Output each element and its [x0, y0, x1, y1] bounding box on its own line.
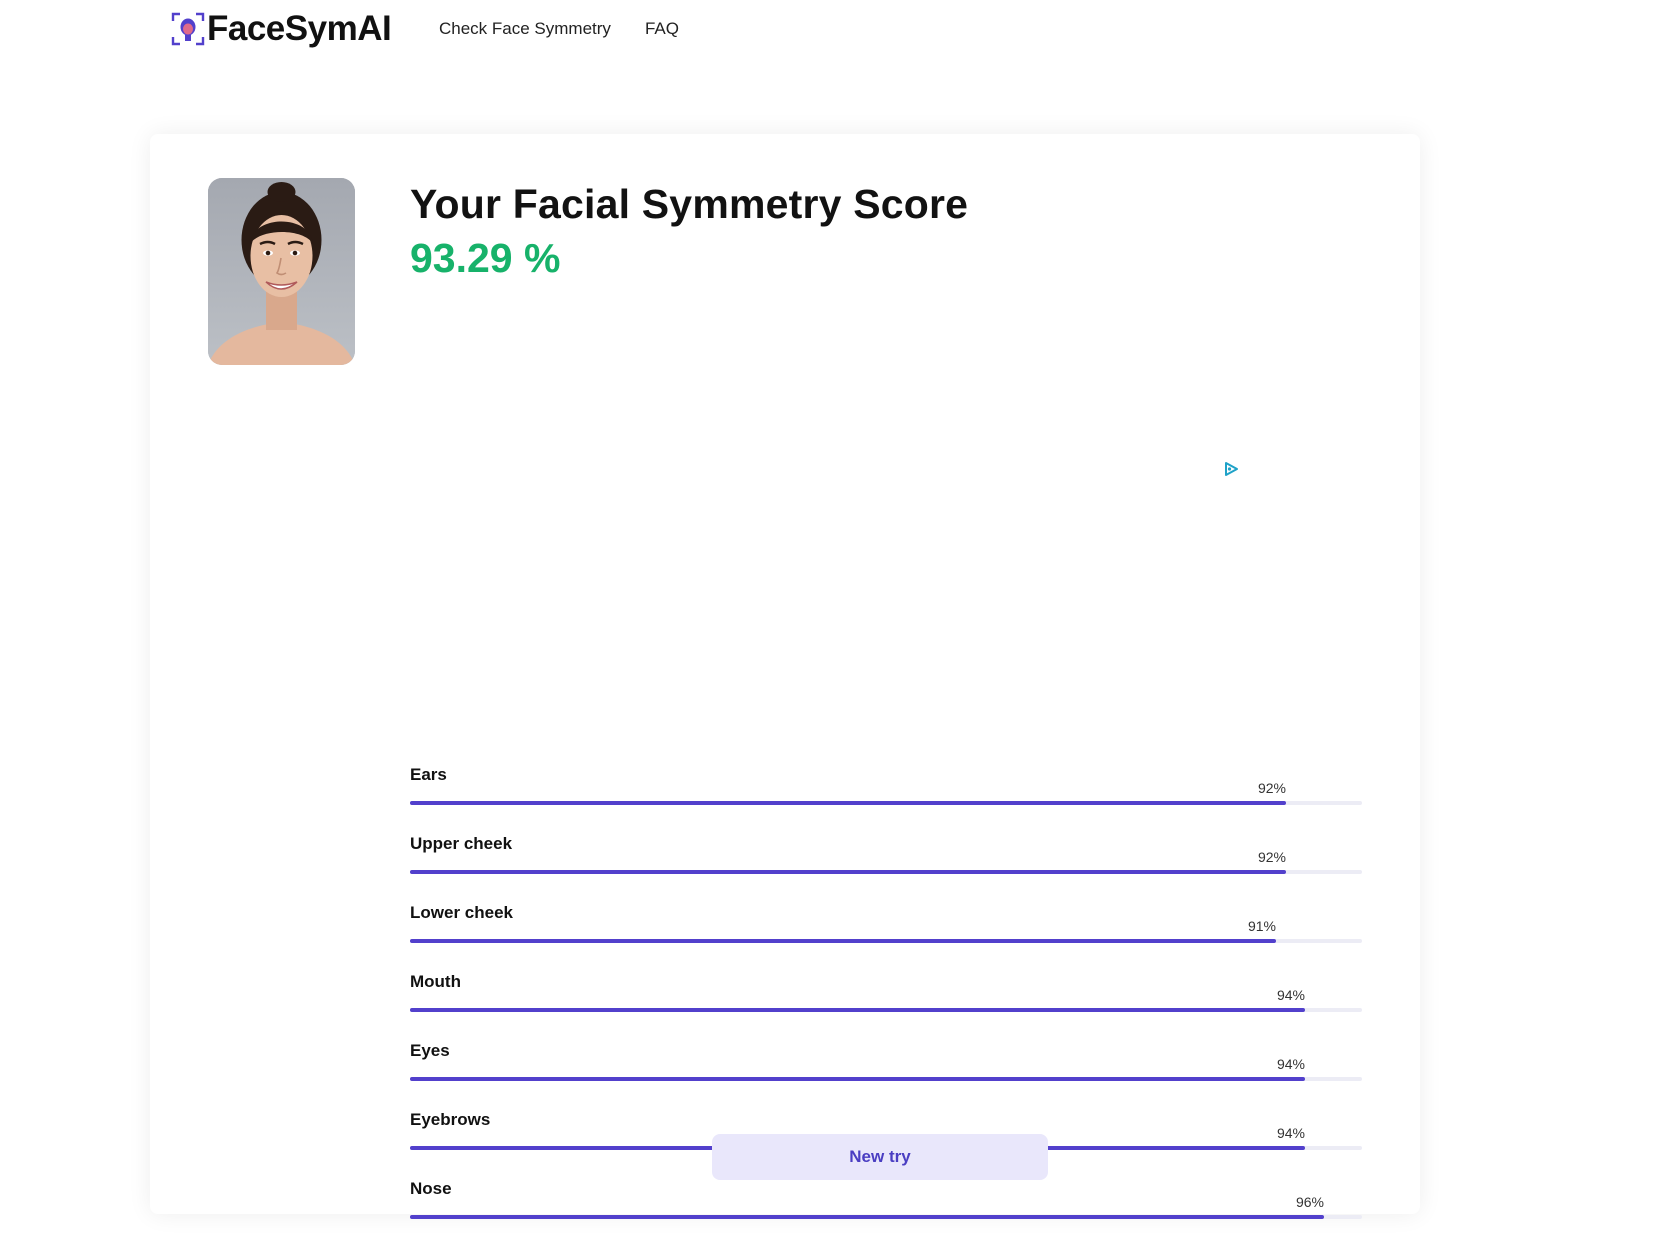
- metric-label: Ears: [410, 765, 447, 784]
- metric-value: 94%: [1276, 987, 1305, 1003]
- metric-label: Mouth: [410, 972, 461, 991]
- metric-progress-track: [410, 801, 1362, 805]
- metric-row: Upper cheek 92%: [410, 824, 1362, 893]
- metric-value: 92%: [1257, 780, 1286, 796]
- metric-progress-fill: [410, 1215, 1324, 1219]
- face-photo: [208, 178, 355, 365]
- metric-label: Nose: [410, 1179, 452, 1198]
- metric-row: Eyes 94%: [410, 1031, 1362, 1100]
- result-card: Your Facial Symmetry Score 93.29 % Ears 9…: [150, 134, 1420, 1219]
- metric-value: 92%: [1257, 849, 1286, 865]
- main-nav: Check Face Symmetry FAQ: [439, 19, 679, 39]
- metric-value: 96%: [1295, 1194, 1324, 1210]
- metric-progress-track: [410, 1077, 1362, 1081]
- metric-progress-fill: [410, 1008, 1305, 1012]
- new-try-button[interactable]: New try: [712, 1134, 1048, 1180]
- metric-progress-fill: [410, 801, 1286, 805]
- logo-link[interactable]: FaceSymAI: [171, 9, 392, 48]
- metric-value: 94%: [1276, 1056, 1305, 1072]
- metric-row: Ears 92%: [410, 755, 1362, 824]
- brand-name: FaceSymAI: [207, 9, 392, 48]
- face-scan-icon: [171, 12, 205, 46]
- ad-choices-icon[interactable]: [1222, 460, 1240, 478]
- metric-progress-track: [410, 939, 1362, 943]
- metric-progress-fill: [410, 870, 1286, 874]
- metric-label: Upper cheek: [410, 834, 513, 853]
- metric-label: Eyebrows: [410, 1110, 491, 1129]
- metric-label: Lower cheek: [410, 903, 513, 922]
- symmetry-score: 93.29 %: [410, 235, 561, 281]
- metric-progress-track: [410, 870, 1362, 874]
- metric-progress-fill: [410, 939, 1276, 943]
- page-title: Your Facial Symmetry Score: [410, 181, 969, 227]
- metric-progress-fill: [410, 1077, 1305, 1081]
- metric-progress-track: [410, 1215, 1362, 1219]
- metric-row: Lower cheek 91%: [410, 893, 1362, 962]
- metric-row: Mouth 94%: [410, 962, 1362, 1031]
- nav-link-check-face-symmetry[interactable]: Check Face Symmetry: [439, 19, 611, 39]
- metric-value: 94%: [1276, 1125, 1305, 1141]
- metric-value: 91%: [1247, 918, 1276, 934]
- ad-slot: [810, 324, 1270, 714]
- nav-link-faq[interactable]: FAQ: [645, 19, 679, 39]
- metric-progress-track: [410, 1008, 1362, 1012]
- metric-label: Eyes: [410, 1041, 450, 1060]
- site-header: FaceSymAI Check Face Symmetry FAQ: [0, 0, 1667, 60]
